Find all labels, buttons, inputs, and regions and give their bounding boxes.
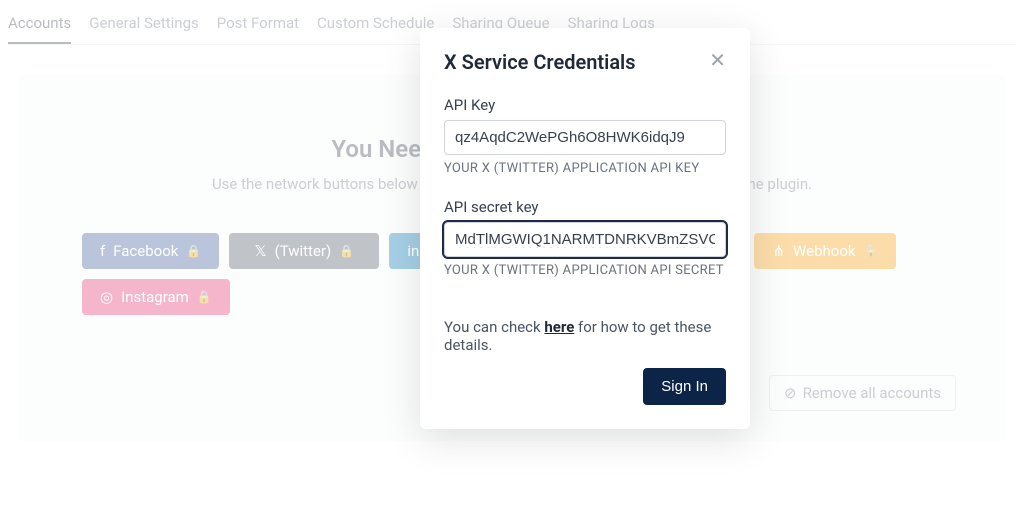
help-link[interactable]: here xyxy=(544,318,574,336)
close-icon[interactable]: ✕ xyxy=(709,50,726,70)
credentials-modal: X Service Credentials ✕ API Key YOUR X (… xyxy=(420,28,750,429)
api-key-help: YOUR X (TWITTER) APPLICATION API KEY xyxy=(444,161,726,176)
api-secret-input[interactable] xyxy=(444,222,726,257)
api-secret-label: API secret key xyxy=(444,198,726,216)
api-key-input[interactable] xyxy=(444,120,726,155)
modal-title: X Service Credentials xyxy=(444,50,636,74)
help-pre: You can check xyxy=(444,318,544,336)
api-secret-help: YOUR X (TWITTER) APPLICATION API SECRET xyxy=(444,263,726,278)
modal-help-text: You can check here for how to get these … xyxy=(444,318,726,354)
api-key-label: API Key xyxy=(444,96,726,114)
sign-in-button[interactable]: Sign In xyxy=(643,368,726,405)
